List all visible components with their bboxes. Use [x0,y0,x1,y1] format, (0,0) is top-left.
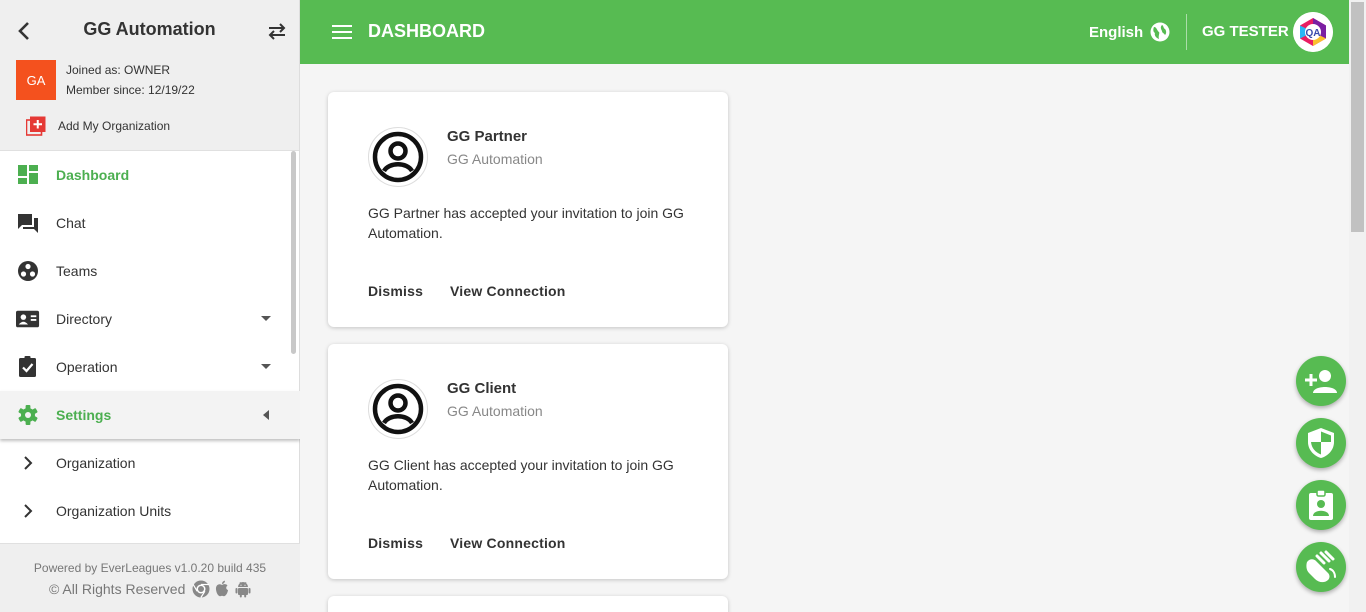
member-since-text: Member since: 12/19/22 [66,83,195,97]
sidebar-item-label: Teams [56,263,98,279]
contact-badge-icon [1309,489,1333,520]
user-avatar[interactable]: QA [1293,12,1333,52]
topbar-divider [1186,14,1187,50]
dismiss-button[interactable]: Dismiss [368,283,423,299]
notification-card: GG Partner GG Automation GG Partner has … [328,92,728,327]
chevron-right-icon [24,504,33,518]
menu-icon[interactable] [332,22,352,42]
add-organization-label: Add My Organization [58,119,171,133]
shield-icon [1308,428,1334,458]
connection-org: GG Automation [447,151,543,167]
wave-fab[interactable] [1296,542,1346,592]
add-person-fab[interactable] [1296,356,1346,406]
clipboard-check-icon [19,356,36,377]
notification-card [328,596,728,612]
sidebar-item-label: Chat [56,215,86,231]
sidebar-item-label: Dashboard [56,167,130,183]
switch-org-icon[interactable] [266,20,288,42]
view-connection-button[interactable]: View Connection [450,283,566,299]
top-app-bar: DASHBOARD English GG TESTER QA [300,0,1349,64]
sidebar-item-dashboard[interactable]: Dashboard [0,151,300,199]
account-circle-icon [368,127,428,187]
sidebar-item-label: Directory [56,311,113,327]
chat-icon [18,214,38,233]
add-organization-button[interactable]: Add My Organization [26,115,170,137]
joined-as-text: Joined as: OWNER [66,63,171,77]
sidebar-item-label: Organization [56,455,136,471]
page-title: DASHBOARD [368,21,485,41]
sidebar-subitem-organization[interactable]: Organization [0,439,300,487]
rights-text: © All Rights Reserved [49,581,186,597]
notification-card: GG Client GG Automation GG Client has ac… [328,344,728,579]
dashboard-icon [18,165,38,184]
notification-message: GG Client has accepted your invitation t… [368,457,674,493]
gear-icon [18,405,38,425]
avatar-initials: QA [1306,28,1321,39]
account-circle-icon [368,379,428,439]
sidebar-scrollbar[interactable] [291,151,296,354]
connection-name: GG Partner [447,128,528,145]
view-connection-button[interactable]: View Connection [450,535,566,551]
connection-name: GG Client [447,380,517,397]
person-add-icon [1305,370,1337,393]
add-box-icon [26,116,46,136]
sidebar-item-label: Operation [56,359,118,375]
sidebar-item-directory[interactable]: Directory [0,295,300,343]
rights-row: © All Rights Reserved [49,580,252,598]
sidebar: GG Automation GA Joined as: OWNER Member… [0,0,300,612]
caret-down-icon [261,364,271,369]
android-icon [235,581,251,598]
notification-message: GG Partner has accepted your invitation … [368,205,684,241]
sidebar-item-settings[interactable]: Settings [0,391,300,439]
user-name[interactable]: GG TESTER [1202,23,1289,40]
caret-down-icon [261,316,271,321]
sidebar-item-chat[interactable]: Chat [0,199,300,247]
security-fab[interactable] [1296,418,1346,468]
apple-icon [216,580,229,597]
powered-by-text: Powered by EverLeagues v1.0.20 build 435 [33,561,267,575]
language-label: English [1089,23,1144,41]
sidebar-item-label: Settings [56,407,112,423]
org-title: GG Automation [83,19,216,39]
connection-org: GG Automation [447,403,543,419]
contact-card-icon [16,310,40,328]
hand-wave-icon [1306,550,1336,583]
dismiss-button[interactable]: Dismiss [368,535,423,551]
sidebar-footer: Powered by EverLeagues v1.0.20 build 435… [0,543,300,612]
org-avatar: GA [16,60,56,100]
caret-left-icon [263,410,269,420]
sidebar-item-teams[interactable]: Teams [0,247,300,295]
sidebar-header: GG Automation GA Joined as: OWNER Member… [0,0,299,151]
sidebar-item-label: Organization Units [56,503,172,519]
sidebar-subitem-organization-units[interactable]: Organization Units [0,487,300,535]
sidebar-menu: Dashboard Chat Teams Directory Operation… [0,151,300,543]
contact-fab[interactable] [1296,480,1346,530]
page-scrollbar-thumb[interactable] [1351,2,1364,232]
globe-icon [1150,22,1170,42]
sidebar-item-operation[interactable]: Operation [0,343,300,391]
chrome-icon [192,580,210,598]
language-selector[interactable]: English [1089,21,1171,43]
teams-icon [18,261,38,281]
page-scrollbar[interactable] [1349,0,1366,612]
chevron-right-icon [24,456,33,470]
